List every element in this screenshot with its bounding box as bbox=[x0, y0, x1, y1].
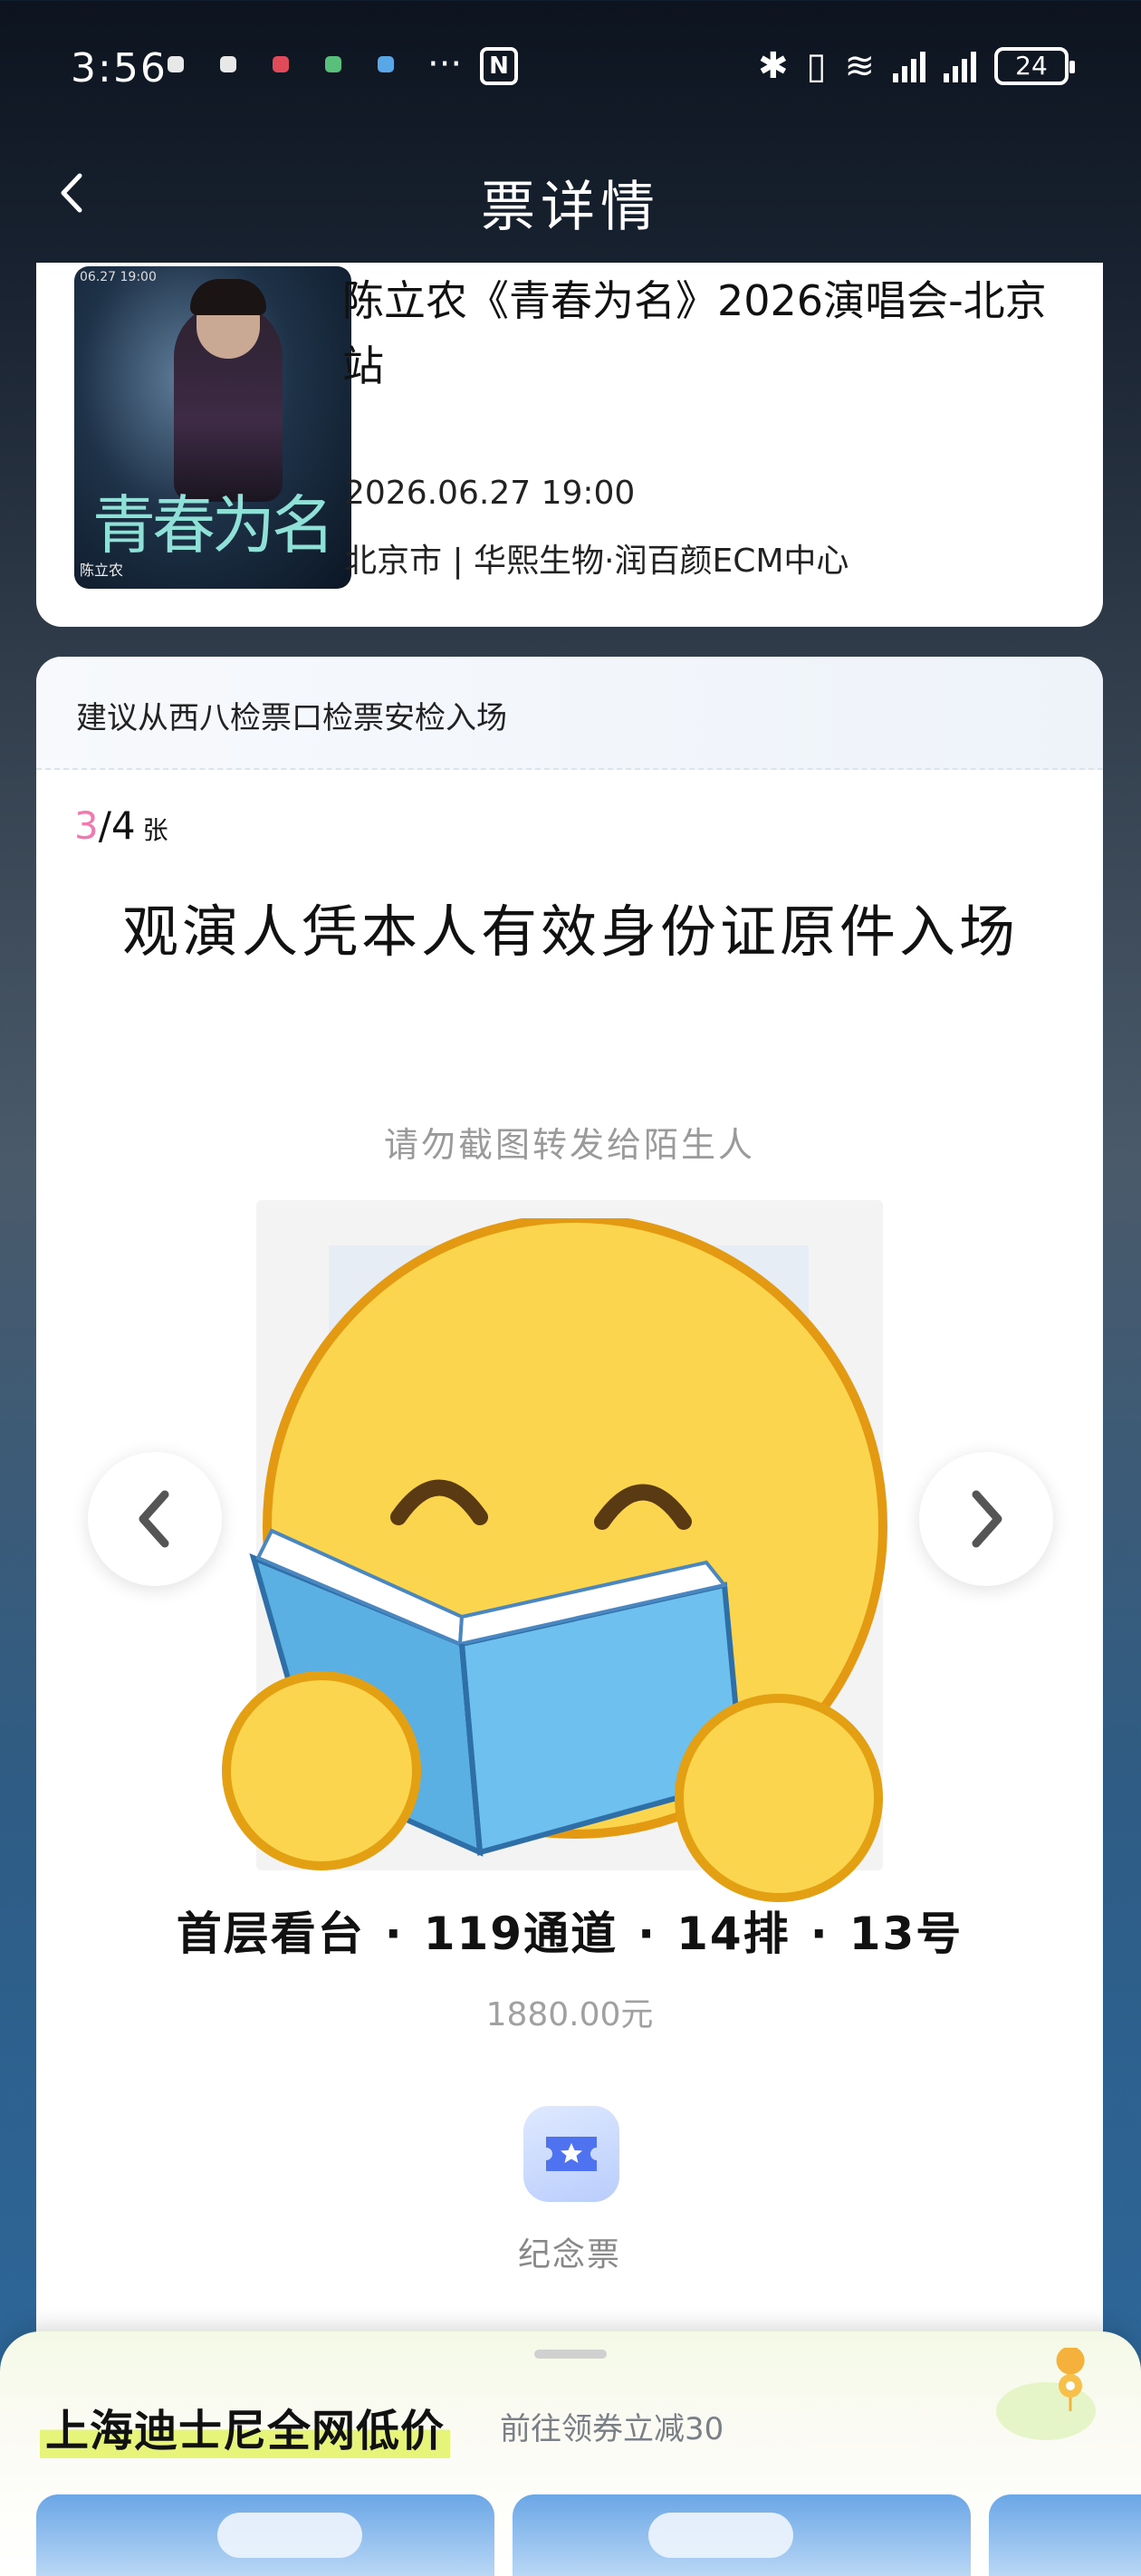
poster-date: 06.27 19:00 bbox=[80, 270, 157, 284]
promo-subtitle[interactable]: 前往领券立减30 bbox=[500, 2404, 724, 2448]
seat-number: 13号 bbox=[849, 1908, 964, 1960]
ticket-price: 1880.00元 bbox=[485, 1996, 654, 2033]
seat-separator: · bbox=[638, 1908, 657, 1960]
vibrate-icon: ▯ bbox=[806, 45, 827, 87]
app-notification-icon bbox=[168, 56, 184, 72]
wechat-icon bbox=[325, 56, 341, 72]
app-notification-icon bbox=[378, 56, 394, 72]
souvenir-ticket-label[interactable]: 纪念票 bbox=[36, 2228, 1103, 2275]
promo-card[interactable] bbox=[513, 2494, 971, 2576]
event-card[interactable]: 06.27 19:00 青春为名 陈立农 陈立农《青春为名》2026演唱会-北京… bbox=[36, 263, 1103, 627]
top-nav-bar: 票详情 bbox=[0, 145, 1141, 245]
entry-tip-banner: 建议从西八检票口检票安检入场 bbox=[36, 657, 1103, 770]
event-venue: 北京市 | 华熙生物·润百颜ECM中心 bbox=[344, 543, 849, 580]
app-notification-icon bbox=[273, 56, 289, 72]
signal-icon bbox=[893, 50, 925, 82]
ticket-count-unit: 张 bbox=[142, 815, 168, 845]
previous-ticket-button[interactable] bbox=[88, 1452, 222, 1586]
reading-emoji-sticker bbox=[222, 1218, 887, 1902]
seat-section: 首层看台 bbox=[176, 1908, 365, 1960]
wifi-icon: ≋ bbox=[844, 45, 875, 87]
app-notification-icon bbox=[220, 56, 236, 72]
map-pin-icon bbox=[996, 2348, 1096, 2440]
seat-info: 首层看台 · 119通道 · 14排 · 13号 bbox=[36, 1898, 1103, 1963]
seat-separator: · bbox=[810, 1908, 829, 1960]
signal-icon bbox=[944, 50, 976, 82]
ticket-card: 建议从西八检票口检票安检入场 3/4 张 观演人凭本人有效身份证原件入场 请勿截图… bbox=[36, 657, 1103, 2576]
page-title: 票详情 bbox=[481, 176, 660, 239]
id-notice: 观演人凭本人有效身份证原件入场 bbox=[121, 899, 1019, 965]
souvenir-ticket-button[interactable] bbox=[523, 2106, 619, 2202]
status-time: 3:56 bbox=[71, 45, 168, 91]
event-poster: 06.27 19:00 青春为名 陈立农 bbox=[74, 266, 351, 589]
poster-artist-hair bbox=[190, 279, 266, 315]
seat-gate: 119通道 bbox=[423, 1908, 618, 1960]
status-right-icons: ✱ ▯ ≋ 24 bbox=[757, 45, 1075, 87]
promo-card[interactable] bbox=[36, 2494, 494, 2576]
poster-title: 青春为名 bbox=[92, 488, 335, 562]
ticket-count-current: 3 bbox=[74, 803, 99, 848]
ticket-count-total: /4 bbox=[98, 803, 136, 848]
entry-tip-text: 建议从西八检票口检票安检入场 bbox=[76, 700, 507, 736]
seat-separator: · bbox=[384, 1908, 404, 1960]
chevron-left-icon bbox=[139, 1490, 169, 1548]
status-bar: 3:56 ··· N ✱ ▯ ≋ 24 bbox=[0, 0, 1141, 145]
nfc-icon: N bbox=[480, 47, 518, 85]
more-notifications-icon: ··· bbox=[427, 43, 463, 85]
ticket-count: 3/4 张 bbox=[74, 803, 168, 848]
ticket-star-icon bbox=[546, 2137, 597, 2171]
poster-names: 陈立农 bbox=[80, 562, 124, 579]
chevron-right-icon bbox=[972, 1490, 1002, 1548]
battery-icon: 24 bbox=[994, 47, 1075, 85]
event-datetime: 2026.06.27 19:00 bbox=[344, 475, 636, 512]
promo-title[interactable]: 上海迪士尼全网低价 bbox=[40, 2395, 451, 2458]
promo-bottom-sheet[interactable]: 上海迪士尼全网低价 前往领券立减30 bbox=[0, 2331, 1141, 2576]
notification-icons bbox=[168, 56, 394, 72]
event-title: 陈立农《青春为名》2026演唱会-北京站 bbox=[342, 276, 1047, 390]
drag-handle[interactable] bbox=[534, 2350, 607, 2359]
no-share-notice: 请勿截图转发给陌生人 bbox=[383, 1125, 755, 1165]
promo-card[interactable] bbox=[989, 2494, 1141, 2576]
next-ticket-button[interactable] bbox=[919, 1452, 1053, 1586]
bluetooth-icon: ✱ bbox=[757, 45, 789, 87]
seat-row: 14排 bbox=[676, 1908, 791, 1960]
